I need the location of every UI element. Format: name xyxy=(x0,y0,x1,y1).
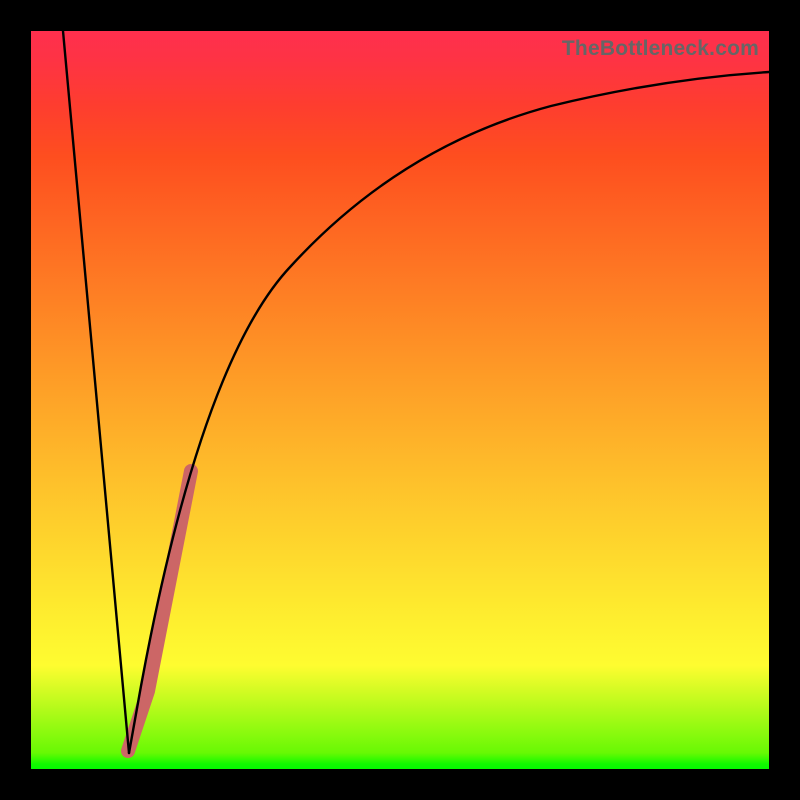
chart-container: TheBottleneck.com xyxy=(0,0,800,800)
curve-left-descent xyxy=(63,31,129,753)
chart-curves xyxy=(31,31,769,769)
curve-right-rise xyxy=(129,72,769,753)
plot-area: TheBottleneck.com xyxy=(31,31,769,769)
